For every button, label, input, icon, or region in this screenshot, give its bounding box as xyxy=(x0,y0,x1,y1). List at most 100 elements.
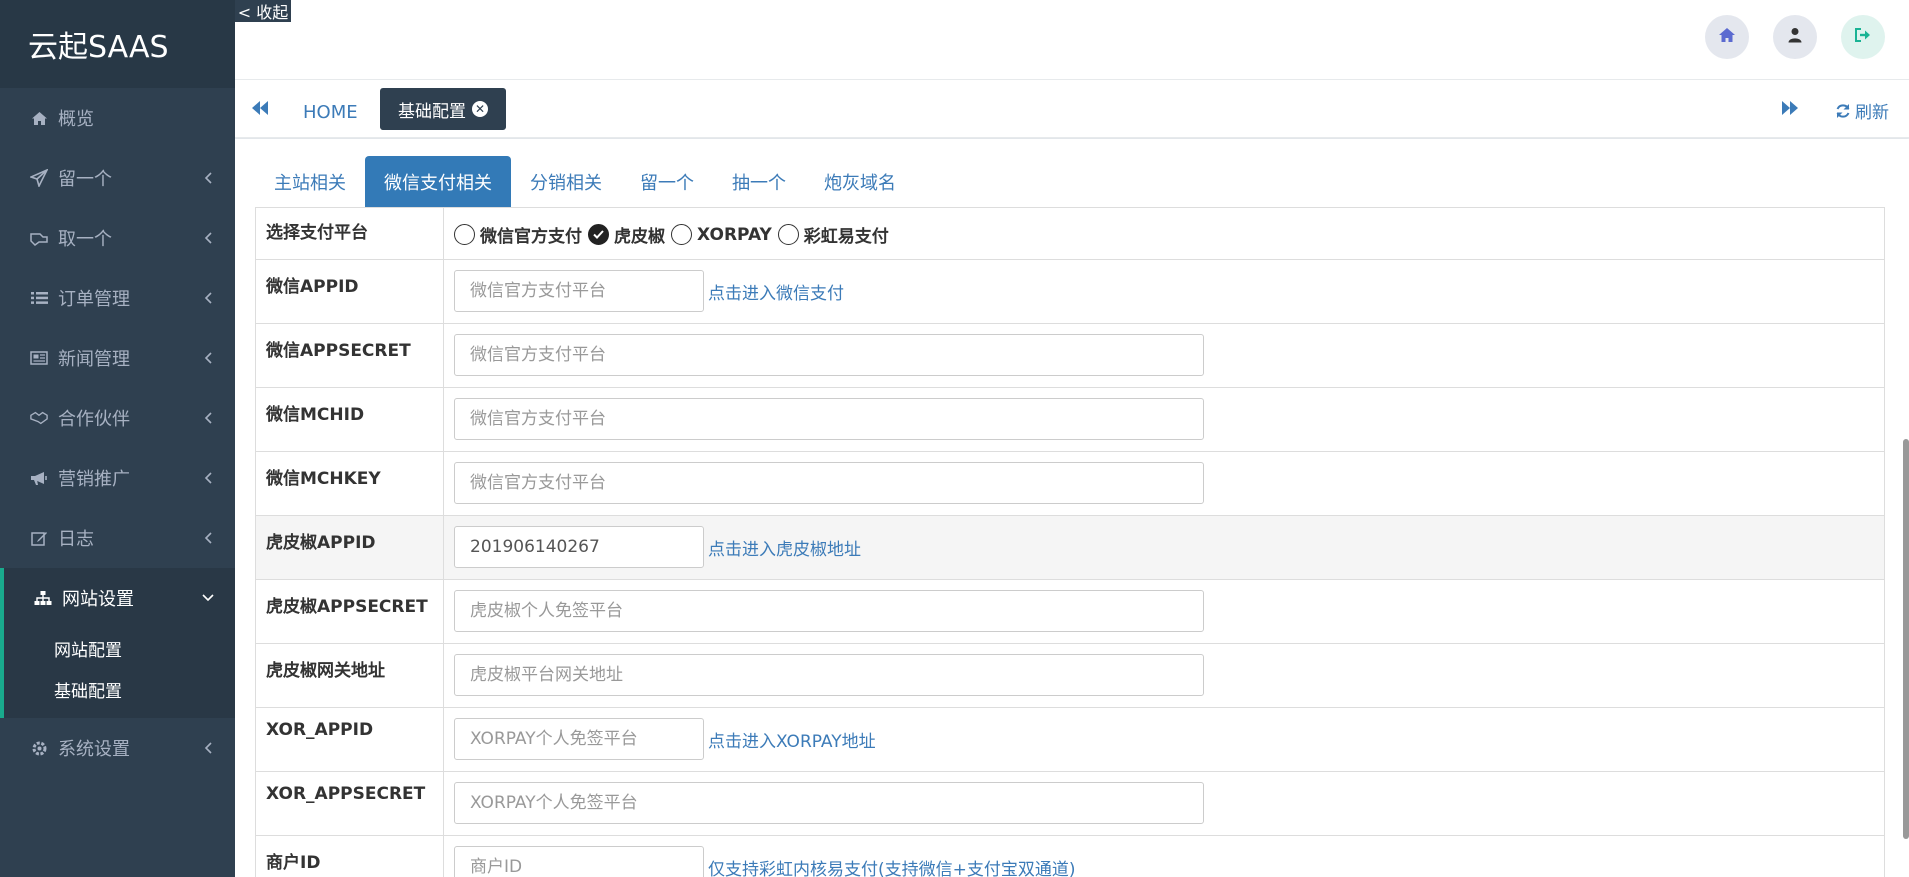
radio-rainbow-pay[interactable]: 彩虹易支付 xyxy=(777,222,889,247)
radio-wechat-official[interactable]: 微信官方支付 xyxy=(454,222,582,247)
close-icon[interactable]: ✕ xyxy=(472,101,488,117)
sidebar-item-take-one[interactable]: 取一个 xyxy=(0,208,235,268)
top-header xyxy=(235,0,1909,80)
sidebar-item-orders[interactable]: 订单管理 xyxy=(0,268,235,328)
form-row: 微信MCHID xyxy=(255,387,1885,452)
field-label: XOR_APPSECRET xyxy=(255,771,444,836)
chevron-left-icon xyxy=(201,231,215,245)
main-content: 主站相关 微信支付相关 分销相关 留一个 抽一个 炮灰域名 选择支付平台 微信官… xyxy=(235,139,1909,877)
newspaper-icon xyxy=(30,349,48,367)
platform-radio-group: 微信官方支付 虎皮椒 XORPAY 彩虹易支付 xyxy=(454,220,1874,247)
form-row: XOR_APPID 点击进入XORPAY地址 xyxy=(255,707,1885,772)
field-label: 微信APPSECRET xyxy=(255,323,444,388)
radio-label: 虎皮椒 xyxy=(614,227,665,247)
rainbow-pay-hint[interactable]: 仅支持彩虹内核易支付(支持微信+支付宝双通道) xyxy=(708,860,1076,877)
sidebar-item-logs[interactable]: 日志 xyxy=(0,508,235,568)
wechat-appid-input[interactable] xyxy=(454,270,704,312)
field-label: 虎皮椒APPSECRET xyxy=(255,579,444,644)
radio-hupijiao[interactable]: 虎皮椒 xyxy=(588,222,665,247)
form-row: 商户ID 仅支持彩虹内核易支付(支持微信+支付宝双通道) xyxy=(255,835,1885,877)
sidebar-item-label: 留一个 xyxy=(58,169,112,190)
sitemap-icon xyxy=(34,589,52,607)
settings-subtabs: 主站相关 微信支付相关 分销相关 留一个 抽一个 炮灰域名 xyxy=(255,156,915,207)
home-icon xyxy=(1718,27,1736,48)
list-icon xyxy=(30,289,48,307)
sign-out-icon xyxy=(1854,27,1872,48)
sidebar-subitem-site-config[interactable]: 网站配置 xyxy=(4,628,235,669)
tabs-scroll-left-icon[interactable] xyxy=(251,100,269,121)
tabs-scroll-right-icon[interactable] xyxy=(1781,100,1799,121)
payment-settings-form: 选择支付平台 微信官方支付 虎皮椒 XORPAY 彩虹易支付 微信APPID 点… xyxy=(255,207,1885,877)
edit-icon xyxy=(30,529,48,547)
sidebar-item-leave-one[interactable]: 留一个 xyxy=(0,148,235,208)
user-icon xyxy=(1788,27,1802,48)
hupijiao-gateway-input[interactable] xyxy=(454,654,1204,696)
subtab-leave-one[interactable]: 留一个 xyxy=(621,156,713,207)
home-icon xyxy=(30,109,48,127)
merchant-id-input[interactable] xyxy=(454,846,704,877)
brand-logo: 云起SAAS xyxy=(0,0,235,88)
logout-button[interactable] xyxy=(1841,15,1885,59)
sidebar-item-label: 日志 xyxy=(58,529,94,550)
chevron-left-icon xyxy=(201,171,215,185)
form-row-platform: 选择支付平台 微信官方支付 虎皮椒 XORPAY 彩虹易支付 xyxy=(255,207,1885,260)
sidebar-item-marketing[interactable]: 营销推广 xyxy=(0,448,235,508)
sidebar-item-label: 网站设置 xyxy=(62,589,134,610)
sidebar-item-label: 营销推广 xyxy=(58,469,130,490)
field-label: 微信APPID xyxy=(255,259,444,324)
sidebar-item-label: 合作伙伴 xyxy=(58,409,130,430)
sidebar-item-site-settings[interactable]: 网站设置 xyxy=(4,568,235,628)
user-button[interactable] xyxy=(1773,15,1817,59)
wechat-mchkey-input[interactable] xyxy=(454,462,1204,504)
hupijiao-appsecret-input[interactable] xyxy=(454,590,1204,632)
sidebar-item-label: 概览 xyxy=(58,109,94,130)
subtab-distribution[interactable]: 分销相关 xyxy=(511,156,621,207)
radio-label: 微信官方支付 xyxy=(480,227,582,247)
wechat-mchid-input[interactable] xyxy=(454,398,1204,440)
xor-appsecret-input[interactable] xyxy=(454,782,1204,824)
radio-xorpay[interactable]: XORPAY xyxy=(671,224,772,245)
radio-circle xyxy=(454,224,475,245)
gear-icon xyxy=(30,739,48,757)
xorpay-link[interactable]: 点击进入XORPAY地址 xyxy=(708,732,876,752)
home-button[interactable] xyxy=(1705,15,1749,59)
form-row: 虎皮椒APPID 点击进入虎皮椒地址 xyxy=(255,515,1885,580)
subtab-draw-one[interactable]: 抽一个 xyxy=(713,156,805,207)
wechat-appsecret-input[interactable] xyxy=(454,334,1204,376)
radio-label: 彩虹易支付 xyxy=(803,227,889,247)
sidebar-item-partners[interactable]: 合作伙伴 xyxy=(0,388,235,448)
radio-label: XORPAY xyxy=(697,224,772,245)
tab-home[interactable]: HOME xyxy=(303,92,358,132)
chevron-left-icon xyxy=(201,531,215,545)
subtab-decoy-domains[interactable]: 炮灰域名 xyxy=(805,156,915,207)
subtab-main-site[interactable]: 主站相关 xyxy=(255,156,365,207)
sidebar-item-news[interactable]: 新闻管理 xyxy=(0,328,235,388)
refresh-label: 刷新 xyxy=(1855,103,1889,123)
sidebar-group-site-settings: 网站设置 网站配置 基础配置 xyxy=(0,568,235,718)
subtab-wechat-pay[interactable]: 微信支付相关 xyxy=(365,156,511,207)
form-row: 微信APPID 点击进入微信支付 xyxy=(255,259,1885,324)
refresh-button[interactable]: 刷新 xyxy=(1835,98,1889,123)
radio-circle xyxy=(671,224,692,245)
sidebar: 云起SAAS 概览 留一个 取一个 订单管理 新闻管理 合作伙伴 营销推广 日志… xyxy=(0,0,235,877)
sidebar-item-overview[interactable]: 概览 xyxy=(0,88,235,148)
form-row: 微信MCHKEY xyxy=(255,451,1885,516)
scrollbar[interactable] xyxy=(1903,439,1909,839)
hand-icon xyxy=(30,229,48,247)
sidebar-item-label: 新闻管理 xyxy=(58,349,130,370)
chevron-down-icon xyxy=(201,591,215,605)
sidebar-subitem-basic-config[interactable]: 基础配置 xyxy=(4,669,235,710)
field-label: 微信MCHKEY xyxy=(255,451,444,516)
field-label: 选择支付平台 xyxy=(255,207,444,260)
form-row: 微信APPSECRET xyxy=(255,323,1885,388)
hupijiao-link[interactable]: 点击进入虎皮椒地址 xyxy=(708,540,861,560)
sidebar-item-system-settings[interactable]: 系统设置 xyxy=(0,718,235,778)
xor-appid-input[interactable] xyxy=(454,718,704,760)
collapse-button[interactable]: < 收起 xyxy=(235,0,291,22)
wechat-pay-link[interactable]: 点击进入微信支付 xyxy=(708,284,844,304)
hupijiao-appid-input[interactable] xyxy=(454,526,704,568)
chevron-left-icon xyxy=(201,471,215,485)
tab-basic-config[interactable]: 基础配置 ✕ xyxy=(380,88,506,130)
tab-label: 基础配置 xyxy=(398,101,466,122)
sidebar-item-label: 取一个 xyxy=(58,229,112,250)
